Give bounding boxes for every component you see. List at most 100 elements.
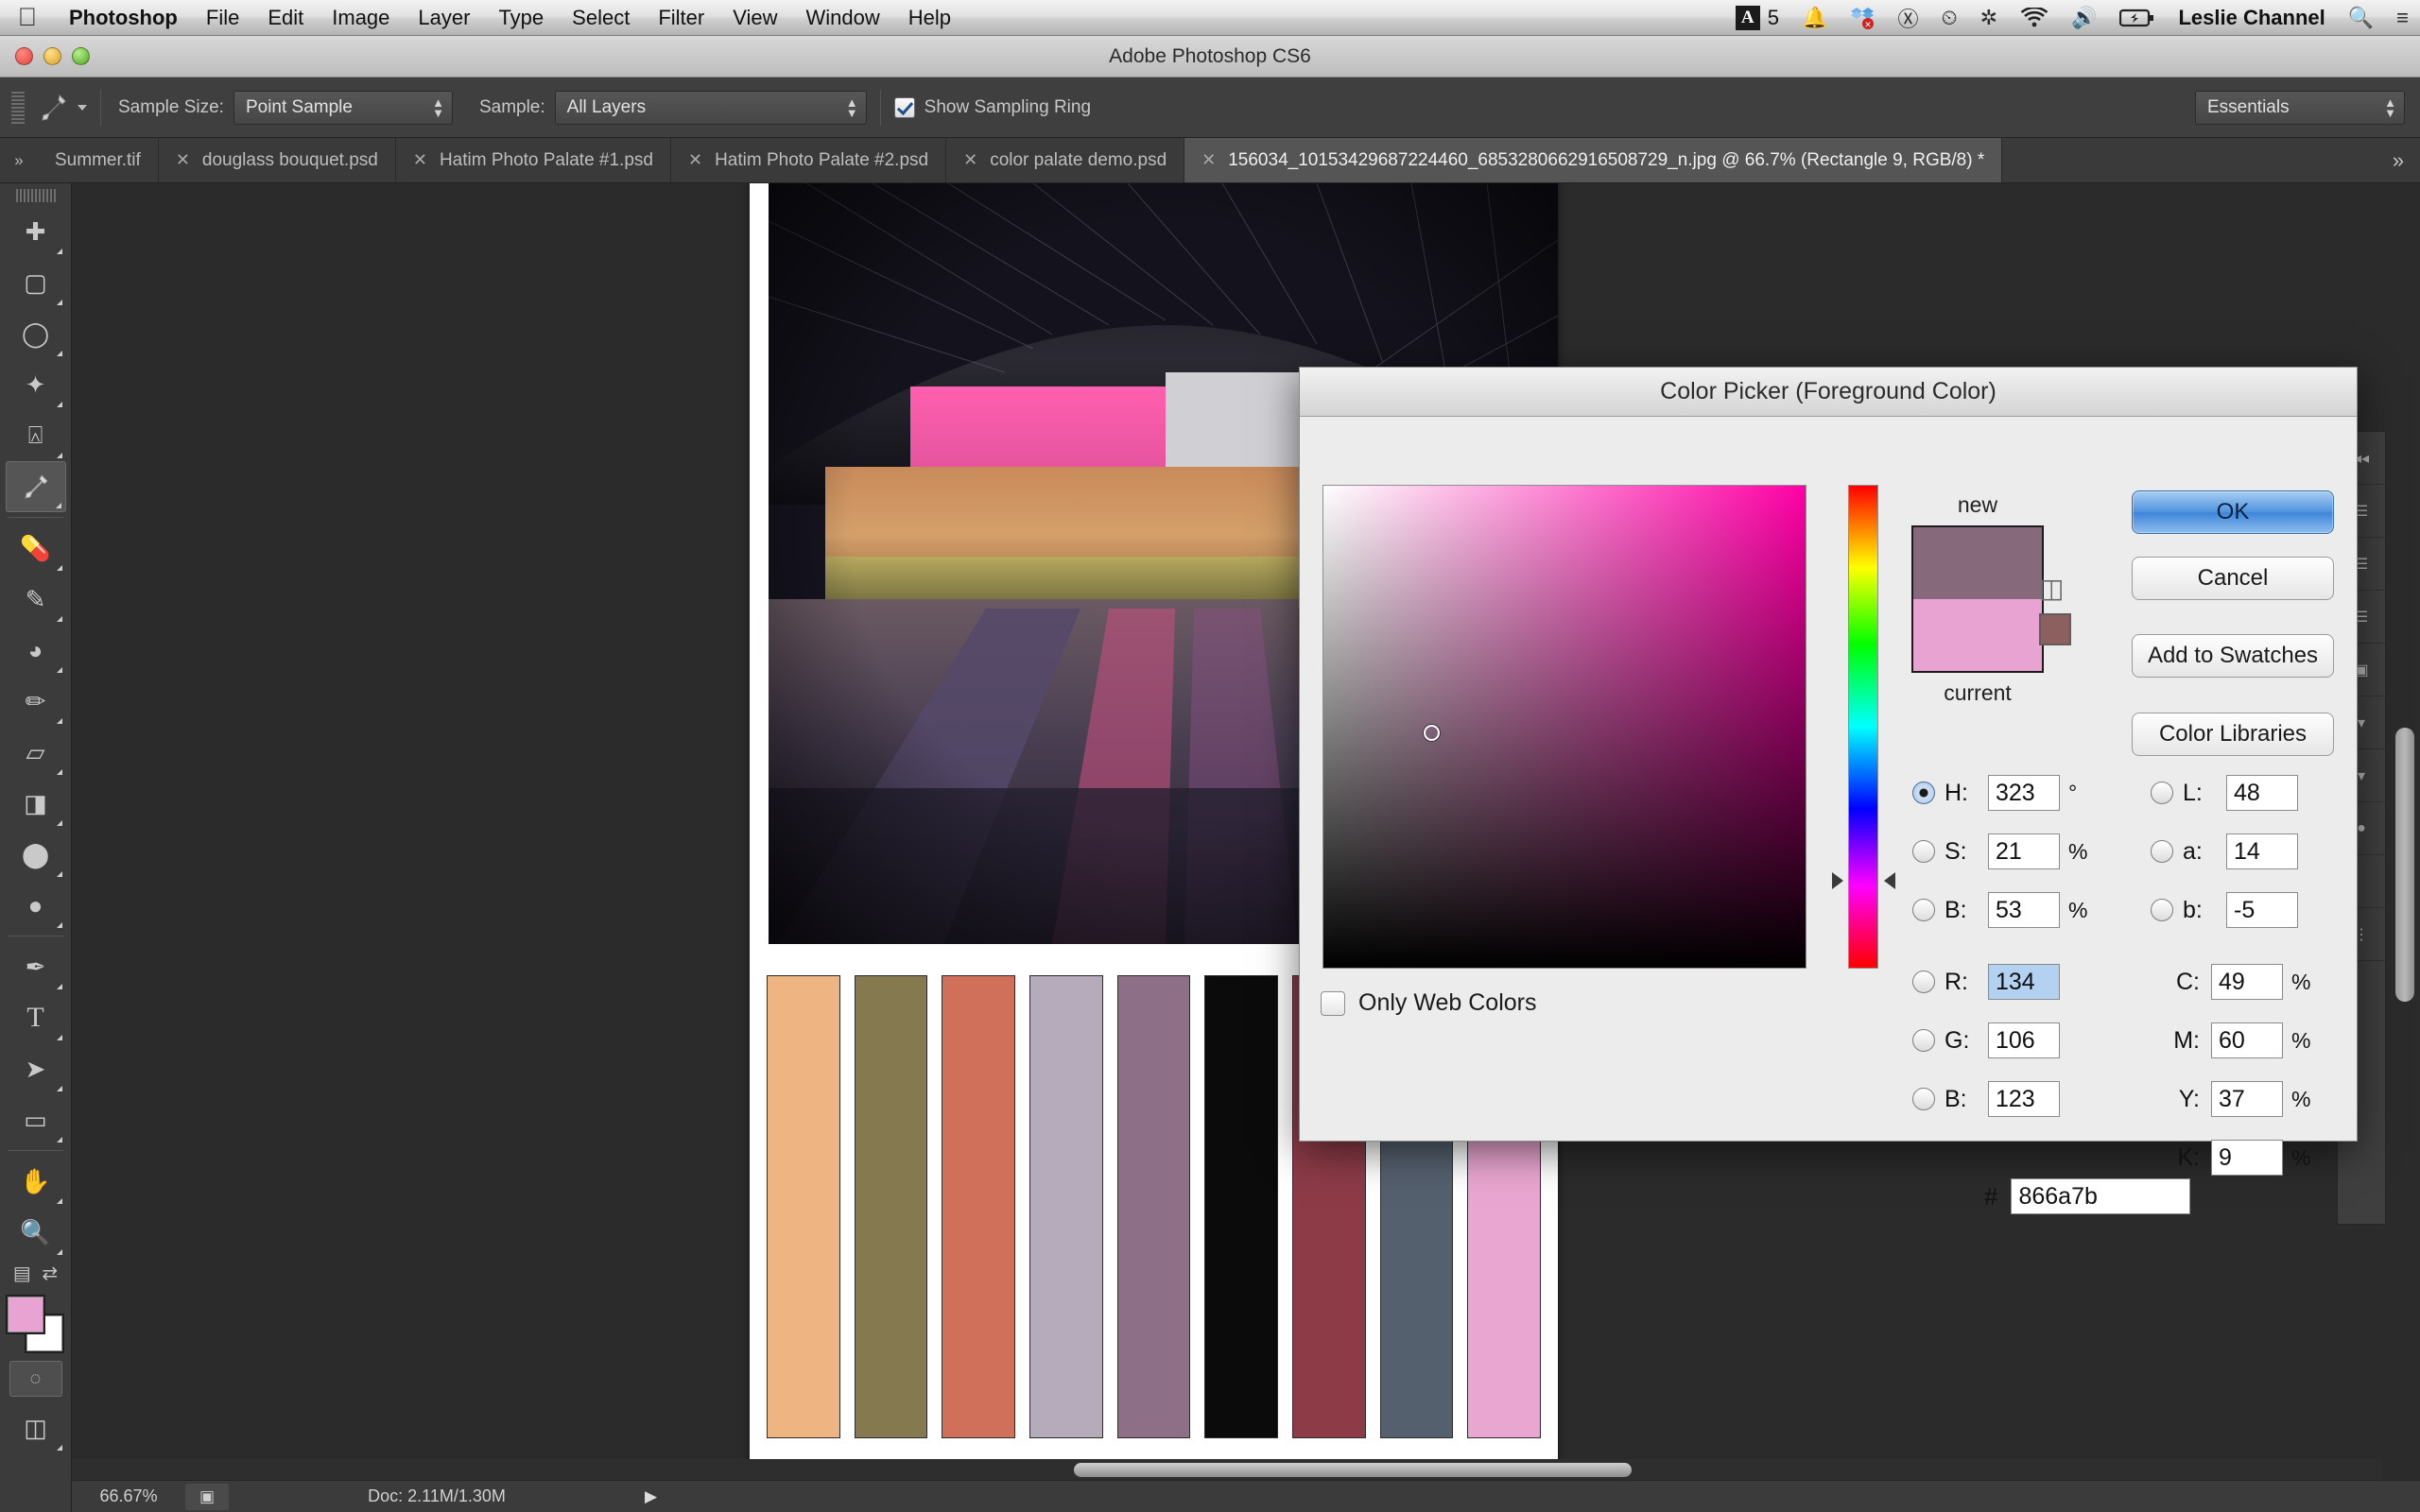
yellow-input[interactable]: 37 [2211, 1081, 2283, 1117]
close-icon[interactable]: ✕ [688, 150, 702, 170]
out-of-gamut-warning-icon[interactable]: ◫ [2039, 573, 2064, 604]
bell-icon[interactable]: 🔔 [1790, 0, 1839, 36]
creative-cloud-icon[interactable]: Ⓧ [1886, 0, 1929, 36]
tab-hatim-photo-palate-1[interactable]: ✕ Hatim Photo Palate #1.psd [395, 138, 671, 182]
tab-active-document[interactable]: ✕ 156034_10153429687224460_6853280662916… [1184, 138, 2003, 182]
menu-item-window[interactable]: Window [792, 0, 894, 36]
show-sampling-ring-checkbox[interactable]: Show Sampling Ring [893, 96, 1091, 118]
add-to-swatches-button[interactable]: Add to Swatches [2132, 634, 2334, 678]
tab-overflow-chevron-icon[interactable]: » [2377, 138, 2420, 182]
brightness-radio[interactable] [1912, 899, 1935, 921]
saturation-brightness-field[interactable] [1322, 485, 1806, 969]
tool-path-selection[interactable]: ➤ [6, 1043, 66, 1094]
apple-logo-icon[interactable]:  [0, 5, 55, 30]
blue-input[interactable]: 123 [1988, 1081, 2060, 1117]
lab-a-input[interactable]: 14 [2226, 833, 2298, 869]
menu-item-type[interactable]: Type [484, 0, 558, 36]
cyan-input[interactable]: 49 [2211, 964, 2283, 1000]
tool-eyedropper[interactable] [5, 461, 66, 512]
hex-input[interactable]: 866a7b [2011, 1178, 2191, 1214]
close-icon[interactable]: ✕ [1201, 150, 1216, 170]
hex-row[interactable]: # 866a7b [1984, 1178, 2191, 1214]
menu-item-view[interactable]: View [718, 0, 791, 36]
yellow-row[interactable]: Y: 37 % [2141, 1080, 2310, 1118]
tool-blur[interactable]: ⬤ [6, 829, 66, 880]
color-field-marker[interactable] [1424, 725, 1440, 741]
magenta-row[interactable]: M: 60 % [2141, 1022, 2310, 1059]
hue-radio[interactable] [1912, 782, 1935, 804]
tool-eraser[interactable]: ▱ [6, 727, 66, 778]
palette-swatch[interactable] [854, 975, 928, 1438]
out-of-gamut-color-swatch[interactable] [2039, 613, 2071, 645]
current-color-swatch[interactable] [1913, 599, 2042, 671]
foreground-color-swatch[interactable] [5, 1295, 45, 1334]
dropbox-icon[interactable]: ✕ [1839, 0, 1886, 36]
time-machine-icon[interactable]: ⏲ [1929, 0, 1968, 36]
only-web-colors-checkbox[interactable]: Only Web Colors [1321, 989, 1537, 1017]
eyedropper-icon[interactable] [34, 89, 72, 127]
palette-swatch[interactable] [1116, 975, 1191, 1438]
screen-mode-icon[interactable]: ◫ [6, 1402, 66, 1453]
tool-gradient[interactable]: ◨ [6, 778, 66, 829]
blue-row[interactable]: B: 123 [1912, 1080, 2060, 1118]
menu-item-help[interactable]: Help [894, 0, 965, 36]
tool-move[interactable]: ✚ [6, 206, 66, 257]
green-row[interactable]: G: 106 [1912, 1022, 2060, 1059]
close-icon[interactable]: ✕ [963, 150, 977, 170]
workspace-select[interactable]: Essentials ▲ ▼ [2195, 90, 2405, 125]
tab-scroll-left-icon[interactable]: » [0, 138, 38, 182]
horizontal-scrollbar-thumb[interactable] [1074, 1463, 1632, 1477]
close-icon[interactable]: ✕ [176, 150, 190, 170]
options-bar-grip[interactable] [11, 91, 25, 124]
tab-douglass-bouquet[interactable]: ✕ douglass bouquet.psd [158, 138, 396, 182]
menu-bar-user-name[interactable]: Leslie Channel [2167, 0, 2336, 36]
tool-magic-wand[interactable]: ✦ [6, 359, 66, 410]
menu-item-image[interactable]: Image [318, 0, 404, 36]
cyan-row[interactable]: C: 49 % [2141, 963, 2310, 1001]
saturation-radio[interactable] [1912, 840, 1935, 863]
lab-a-radio[interactable] [2151, 840, 2173, 863]
tool-clone-stamp[interactable]: ◕ [6, 625, 66, 676]
menu-item-filter[interactable]: Filter [644, 0, 718, 36]
lab-l-input[interactable]: 48 [2226, 775, 2298, 811]
lab-l-row[interactable]: L: 48 [2151, 774, 2298, 812]
menu-item-photoshop[interactable]: Photoshop [55, 0, 192, 36]
tool-marquee[interactable]: ▢ [6, 257, 66, 308]
swap-colors-icon[interactable]: ⇄ [42, 1262, 58, 1285]
play-arrow-icon[interactable]: ▶ [645, 1487, 657, 1506]
close-icon[interactable]: ✕ [413, 150, 427, 170]
lab-b-row[interactable]: b: -5 [2151, 891, 2298, 929]
lab-b-input[interactable]: -5 [2226, 892, 2298, 928]
tool-dodge[interactable]: ● [6, 880, 66, 931]
tab-color-palate-demo[interactable]: ✕ color palate demo.psd [946, 138, 1185, 182]
wifi-icon[interactable] [2009, 0, 2060, 36]
notification-center-icon[interactable]: ≡ [2385, 0, 2420, 36]
brightness-input[interactable]: 53 [1988, 892, 2060, 928]
tool-lasso[interactable]: ◯ [6, 308, 66, 359]
red-input[interactable]: 134 [1988, 964, 2060, 1000]
cancel-button[interactable]: Cancel [2132, 557, 2334, 600]
green-input[interactable]: 106 [1988, 1022, 2060, 1058]
sample-size-select[interactable]: Point Sample ▲ ▼ [233, 90, 453, 125]
menu-item-file[interactable]: File [192, 0, 253, 36]
green-radio[interactable] [1912, 1029, 1935, 1052]
tool-brush[interactable]: ✎ [6, 574, 66, 625]
palette-swatch[interactable] [942, 975, 1016, 1438]
zoom-level[interactable]: 66.67% [72, 1486, 185, 1506]
tool-zoom[interactable]: 🔍 [6, 1207, 66, 1258]
tool-crop[interactable]: ⍓ [6, 410, 66, 461]
tab-hatim-photo-palate-2[interactable]: ✕ Hatim Photo Palate #2.psd [670, 138, 947, 182]
saturation-row[interactable]: S: 21 % [1912, 833, 2087, 870]
red-row[interactable]: R: 134 [1912, 963, 2060, 1001]
saturation-input[interactable]: 21 [1988, 833, 2060, 869]
tool-history-brush[interactable]: ✏ [6, 676, 66, 727]
volume-icon[interactable]: 🔊 [2060, 0, 2108, 36]
red-radio[interactable] [1912, 971, 1935, 993]
vertical-scrollbar[interactable] [2395, 728, 2414, 1002]
menu-item-edit[interactable]: Edit [253, 0, 318, 36]
black-input[interactable]: 9 [2211, 1140, 2283, 1176]
lab-b-radio[interactable] [2151, 899, 2173, 921]
quick-mask-mode-icon[interactable]: ◌ [9, 1361, 62, 1397]
blue-radio[interactable] [1912, 1088, 1935, 1110]
tool-healing-brush[interactable]: 💊 [6, 523, 66, 574]
